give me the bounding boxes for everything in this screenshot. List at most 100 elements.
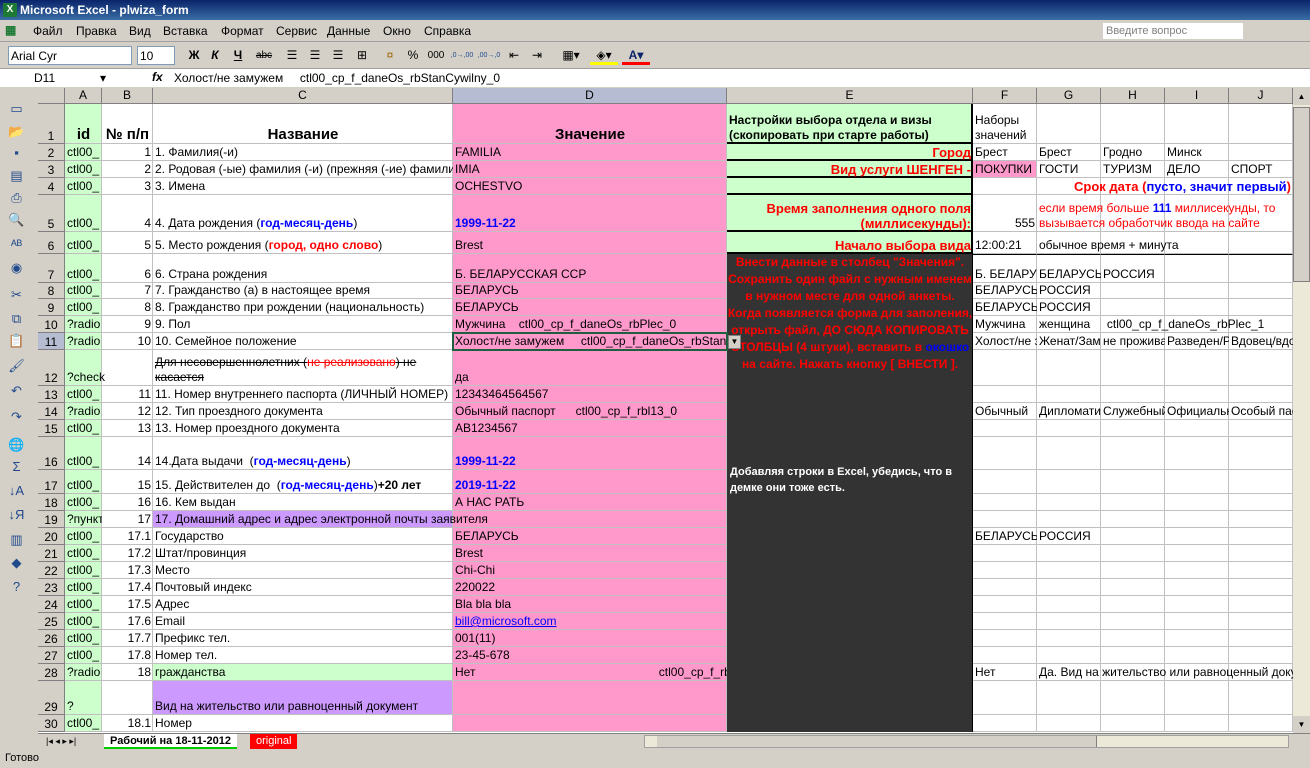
cell-B21[interactable]: 17.2 [102, 545, 153, 562]
cell-F2[interactable]: Брест [973, 144, 1037, 161]
cell-C15[interactable]: 13. Номер проездного документа [153, 420, 453, 437]
cell-A1[interactable]: id [65, 104, 102, 144]
sort-asc-icon[interactable]: ↓A [8, 482, 25, 499]
new-icon[interactable]: ▭ [8, 100, 25, 117]
copy-icon[interactable]: ⧉ [8, 310, 25, 327]
cell-G11[interactable]: Женат/Замужем [1037, 333, 1101, 350]
cell-C1[interactable]: Название [153, 104, 453, 144]
autosum-icon[interactable]: Σ [8, 458, 25, 475]
strikethrough-button[interactable]: abc [254, 46, 274, 65]
help-search-input[interactable]: Введите вопрос [1103, 23, 1243, 39]
column-header-F[interactable]: F [973, 88, 1037, 104]
row-header-25[interactable]: 25 [38, 613, 65, 630]
research-icon[interactable]: ◉ [8, 259, 25, 276]
cell-B8[interactable]: 7 [102, 283, 153, 299]
cell-G9[interactable]: РОССИЯ [1037, 299, 1293, 316]
cell-H2[interactable]: Гродно [1101, 144, 1165, 161]
row-header-3[interactable]: 3 [38, 161, 65, 178]
cell-C19[interactable]: 17. Домашний адрес и адрес электронной п… [153, 511, 727, 528]
cell-E2[interactable]: Город [727, 144, 973, 161]
merge-center-icon[interactable]: ⊞ [353, 46, 371, 65]
cell-B18[interactable]: 16 [102, 494, 153, 511]
row-header-8[interactable]: 8 [38, 283, 65, 299]
cell-A5[interactable]: ctl00_ [65, 195, 102, 232]
cell-F20[interactable]: БЕЛАРУСЬ [973, 528, 1037, 545]
currency-icon[interactable]: ¤ [381, 46, 399, 65]
cell-D4[interactable]: OCHESTVO [453, 178, 727, 195]
row-header-6[interactable]: 6 [38, 232, 65, 254]
row-header-29[interactable]: 29 [38, 681, 65, 715]
row-header-22[interactable]: 22 [38, 562, 65, 579]
cell-B28[interactable]: 18 [102, 664, 153, 681]
cell-H3[interactable]: ТУРИЗМ [1101, 161, 1165, 178]
row-header-5[interactable]: 5 [38, 195, 65, 232]
cell-C10[interactable]: 9. Пол [153, 316, 453, 333]
increase-indent-icon[interactable]: ⇥ [528, 46, 546, 65]
cell-D13[interactable]: 12343464564567 [453, 386, 727, 403]
cell-G8[interactable]: РОССИЯ [1037, 283, 1293, 299]
menu-4[interactable]: Формат [221, 24, 264, 38]
select-all-corner[interactable] [38, 88, 65, 104]
spelling-icon[interactable]: ᴬᴮ [8, 236, 25, 253]
cell-A22[interactable]: ctl00_ [65, 562, 102, 579]
cell-F1[interactable]: Наборы значений [973, 104, 1037, 144]
cell-A30[interactable]: ctl00_ [65, 715, 102, 732]
cell-F7[interactable]: Б. БЕЛАРУССКАЯ ССР [973, 254, 1037, 283]
cell-D25[interactable]: bill@microsoft.com [453, 613, 727, 630]
cell-D12[interactable]: да [453, 350, 727, 386]
cell-A8[interactable]: ctl00_ [65, 283, 102, 299]
row-header-17[interactable]: 17 [38, 470, 65, 494]
increase-decimal-button[interactable]: ,0→,00 [449, 46, 475, 65]
cell-A4[interactable]: ctl00_ [65, 178, 102, 195]
menu-0[interactable]: Файл [33, 24, 63, 38]
font-select[interactable]: Arial Cyr [8, 46, 132, 65]
menu-2[interactable]: Вид [129, 24, 151, 38]
cell-G20[interactable]: РОССИЯ [1037, 528, 1293, 545]
column-header-B[interactable]: B [102, 88, 153, 104]
cell-D17[interactable]: 2019-11-22 [453, 470, 727, 494]
paste-icon[interactable]: 📋 [8, 332, 25, 349]
permission-icon[interactable]: ▤ [8, 167, 25, 184]
cell-C22[interactable]: Место [153, 562, 453, 579]
sheet-tab-working[interactable]: Рабочий на 18-11-2012 [104, 734, 237, 749]
menu-1[interactable]: Правка [76, 24, 117, 38]
row-header-14[interactable]: 14 [38, 403, 65, 420]
cell-A17[interactable]: ctl00_ [65, 470, 102, 494]
cell-C7[interactable]: 6. Страна рождения [153, 254, 453, 283]
cell-C13[interactable]: 11. Номер внутреннего паспорта (ЛИЧНЫЙ Н… [153, 386, 453, 403]
cell-D15[interactable]: AB1234567 [453, 420, 727, 437]
column-header-C[interactable]: C [153, 88, 453, 104]
align-right-icon[interactable]: ☰ [330, 46, 346, 65]
cell-D5[interactable]: 1999-11-22 [453, 195, 727, 232]
cell-G5[interactable]: если время больше 111 миллисекунды, то в… [1037, 195, 1293, 232]
row-header-23[interactable]: 23 [38, 579, 65, 596]
cell-D27[interactable]: 23-45-678 [453, 647, 727, 664]
cell-B9[interactable]: 8 [102, 299, 153, 316]
row-header-16[interactable]: 16 [38, 437, 65, 470]
cell-F11[interactable]: Холост/не замужем [973, 333, 1037, 350]
insert-function-icon[interactable]: fx [152, 70, 163, 84]
cell-A24[interactable]: ctl00_ [65, 596, 102, 613]
cell-H14[interactable]: Служебный [1101, 403, 1165, 420]
cell-J3[interactable]: СПОРТ [1229, 161, 1293, 178]
cell-A16[interactable]: ctl00_ [65, 437, 102, 470]
font-color-button[interactable]: A▾ [622, 46, 650, 65]
cell-C23[interactable]: Почтовый индекс [153, 579, 453, 596]
cell-B26[interactable]: 17.7 [102, 630, 153, 647]
align-left-icon[interactable]: ☰ [284, 46, 300, 65]
thousands-button[interactable]: 000 [426, 46, 446, 65]
cell-J14[interactable]: Особый паспорт [1229, 403, 1293, 420]
cell-A20[interactable]: ctl00_ [65, 528, 102, 545]
cell-F14[interactable]: Обычный [973, 403, 1037, 420]
cell-D20[interactable]: БЕЛАРУСЬ [453, 528, 727, 545]
horizontal-scrollbar[interactable] [644, 735, 1289, 748]
cell-D23[interactable]: 220022 [453, 579, 727, 596]
cell-C4[interactable]: 3. Имена [153, 178, 453, 195]
cell-C20[interactable]: Государство [153, 528, 453, 545]
cell-D11[interactable]: Холост/не замужем ctl00_cp_f_daneOs_rbSt… [453, 333, 727, 350]
cell-G2[interactable]: Брест [1037, 144, 1101, 161]
column-header-I[interactable]: I [1165, 88, 1229, 104]
cell-G6[interactable]: обычное время + минута [1037, 232, 1293, 254]
cell-C17[interactable]: 15. Действителен до (год-месяц-день) +20 … [153, 470, 453, 494]
column-header-H[interactable]: H [1101, 88, 1165, 104]
